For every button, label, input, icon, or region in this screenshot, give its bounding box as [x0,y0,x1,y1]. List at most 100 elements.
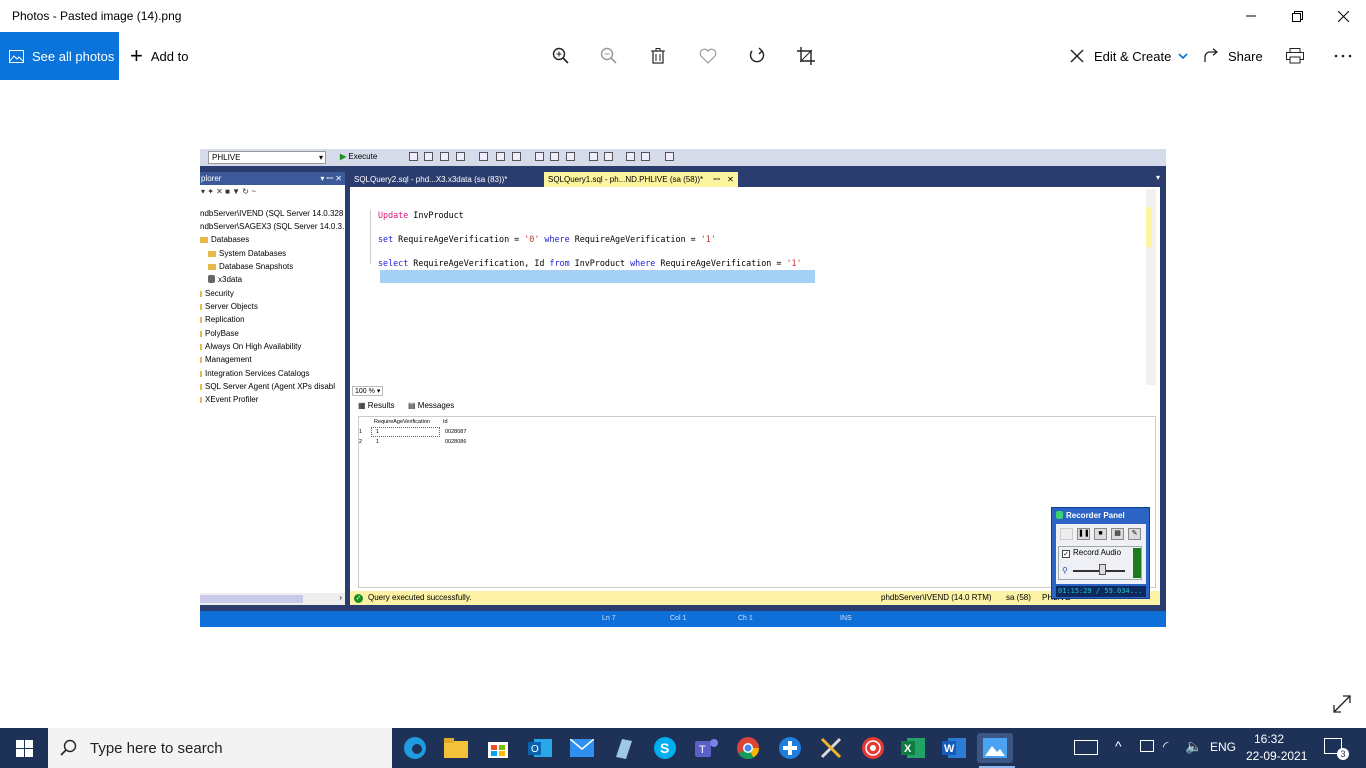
code-string: '0' [524,234,540,244]
store-icon [488,742,508,758]
taskbar: Type here to search O S T X W ^ ◜ 🔈 ENG … [0,728,1366,768]
tree-label: XEvent Profiler [205,395,259,404]
vertical-scrollbar [1146,189,1156,385]
database-icon [208,275,215,283]
svg-text:W: W [944,743,955,755]
taskbar-edge[interactable] [400,733,430,763]
clock-date[interactable]: 22-09-2021 [1246,749,1307,763]
grid-cell: 1 [376,439,380,445]
tree-label: Server Objects [205,302,258,311]
database-name: PHLIVE [212,153,241,162]
clock-time[interactable]: 16:32 [1254,732,1284,746]
column-header: Id [443,419,448,425]
more-options-button[interactable] [1331,44,1355,68]
keyboard-icon[interactable] [1074,740,1098,755]
database-dropdown: PHLIVE ▾ [208,151,326,164]
tool-icon [550,152,559,161]
edit-icon [1070,49,1084,63]
object-explorer-toolbar: ▾ ✦ ✕ ■ ▼ ↻ ~ [201,187,256,196]
fullscreen-button[interactable] [1332,694,1352,714]
plus-circle-icon [779,737,801,759]
mail-icon [570,739,594,757]
tab-close-icon: ✕ [727,175,734,184]
taskbar-store[interactable] [483,733,513,763]
photos-toolbar: See all photos + Add to Edit & Create Sh… [0,32,1366,80]
taskbar-outlook[interactable]: O [525,733,555,763]
selection-highlight [380,270,815,283]
battery-icon[interactable] [1140,740,1154,752]
tree-item-x3data: x3data [208,275,242,284]
wifi-icon[interactable]: ◜ [1163,738,1168,755]
zoom-level: 100 % [355,388,375,395]
delete-button[interactable] [646,44,670,68]
notification-count: 3 [1337,748,1349,760]
tree-label: x3data [218,275,243,284]
code-keyword: where [539,234,570,244]
tree-label: SQL Server Agent (Agent XPs disabl [205,382,335,391]
tree-item-polybase: PolyBase [200,329,239,338]
object-explorer-header: plorer ▾ ꟷ ✕ [200,172,345,185]
tool-icon [535,152,544,161]
taskbar-word[interactable]: W [939,733,969,763]
rotate-button[interactable] [745,44,769,68]
code-line-set: set RequireAgeVerification = '0' where R… [378,234,716,244]
results-grid: RequireAgeVerification Id 1 1 0028087 2 … [358,416,1156,588]
taskbar-file-explorer[interactable] [441,733,471,763]
folder-icon [444,738,468,758]
print-button[interactable] [1283,44,1307,68]
minimize-icon [1246,15,1256,17]
outline-bar [370,210,372,264]
table-row: 2 1 0028086 [359,439,559,450]
tree-item-server-objects: Server Objects [200,302,258,311]
chevron-down-icon: ▾ [376,388,381,395]
taskbar-excel[interactable]: X [898,733,928,763]
zoom-out-button[interactable] [597,44,621,68]
tree-label: Databases [211,235,250,244]
record-icon [1060,528,1073,540]
audio-level-meter [1133,548,1141,578]
taskbar-app-target[interactable] [858,733,888,763]
taskbar-photos[interactable] [977,733,1015,768]
taskbar-teams[interactable]: T [692,733,722,763]
change-marker [1146,207,1152,247]
taskbar-app[interactable] [608,733,638,763]
start-button[interactable] [0,728,48,768]
restore-icon [1291,10,1303,22]
chevron-up-icon[interactable]: ^ [1115,738,1122,754]
teams-icon: T [695,739,718,757]
results-pane: ▦ Results ▤ Messages RequireAgeVerificat… [350,396,1160,591]
crop-button[interactable] [794,44,818,68]
zoom-row: 100 % ▾ [350,385,1160,396]
tab-messages: ▤ Messages [408,401,454,410]
tool-icon [589,152,598,161]
close-button[interactable] [1320,0,1366,32]
tree-item-database-snapshots: Database Snapshots [208,262,293,271]
code-string: '1' [786,258,802,268]
status-user: sa (58) [1006,593,1031,602]
execute-label: Execute [348,152,378,161]
see-all-photos-button[interactable]: See all photos [0,32,119,80]
language-indicator[interactable]: ENG [1210,740,1236,754]
checkbox-icon: ✓ [1062,550,1070,558]
favorite-button[interactable] [696,44,720,68]
taskbar-search[interactable]: Type here to search [48,728,392,768]
volume-icon[interactable]: 🔈 [1185,738,1202,755]
svg-text:O: O [531,744,539,755]
minimize-button[interactable] [1228,0,1274,32]
tool-icon [566,152,575,161]
restore-button[interactable] [1274,0,1320,32]
add-to-button[interactable]: + Add to [130,32,188,80]
excel-icon: X [901,738,925,758]
edit-create-button[interactable]: Edit & Create [1069,32,1188,80]
taskbar-chrome[interactable] [733,733,763,763]
tab-sqlquery1: SQLQuery1.sql - ph...ND.PHLIVE (sa (58))… [544,172,738,187]
taskbar-app-plus[interactable] [775,733,805,763]
folder-icon [200,304,202,310]
zoom-in-button[interactable] [549,44,573,68]
taskbar-ssms[interactable] [816,733,846,763]
taskbar-mail[interactable] [567,733,597,763]
share-button[interactable]: Share [1203,32,1263,80]
taskbar-skype[interactable]: S [650,733,680,763]
code-keyword: select [378,258,409,268]
dropdown-icon: ▾ [1155,173,1160,182]
